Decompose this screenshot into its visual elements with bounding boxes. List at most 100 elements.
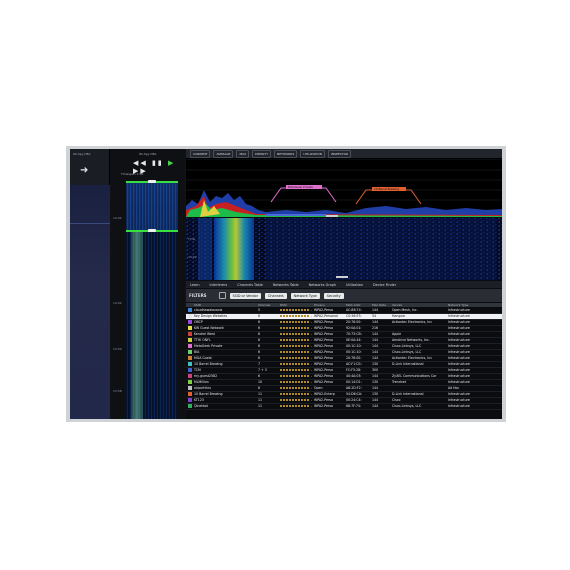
rssi-value: -57 (311, 308, 312, 312)
arrow-icon[interactable]: ➜ (80, 165, 88, 176)
view-toolbar: CURRENT AVERAGE MAX DENSITY NETWORKS UTI… (186, 149, 502, 159)
range-handle-bottom[interactable] (148, 229, 156, 232)
network-color-swatch (188, 332, 192, 336)
mini-spectrum (126, 181, 178, 231)
rssi-value: -68 (311, 362, 312, 366)
rssi-value: -72 (311, 380, 312, 384)
tab-networks-table[interactable]: Networks Table (273, 283, 299, 287)
tab-learn[interactable]: Learn (190, 283, 199, 287)
rssi-value: -75 (311, 392, 312, 396)
filters-bar: FILTERS SSID or Vendor Channels Network … (186, 289, 502, 302)
rssi-value: -80 (311, 404, 312, 408)
graph-scroll-handle[interactable] (326, 215, 338, 217)
channels-dropdown[interactable]: Channels (264, 292, 287, 299)
tab-networks-graph[interactable]: Networks Graph (309, 283, 336, 287)
security-dropdown[interactable]: Security (323, 292, 344, 299)
network-color-swatch (188, 314, 192, 318)
inspector-toggle[interactable]: INSPECTOR (327, 149, 352, 158)
network-color-swatch (188, 320, 192, 324)
highlight-band (131, 231, 143, 419)
waterfall-scroll-handle[interactable] (336, 276, 348, 278)
privacy-cell: WPA2-Perso (312, 403, 344, 410)
rssi-cell: -80 (278, 403, 312, 410)
divider (70, 223, 110, 224)
mac-cell: 68:7F:74: (344, 403, 370, 410)
main-area: CURRENT AVERAGE MAX DENSITY NETWORKS UTI… (186, 149, 502, 419)
rssi-history-bar (280, 363, 310, 365)
view-tabs: Learn Interferers Channels Table Network… (186, 281, 502, 288)
channel-label-metageek: MetaGeek Private (288, 185, 313, 189)
rssi-history-bar (280, 315, 310, 317)
rssi-history-bar (280, 327, 310, 329)
pause-button[interactable]: ▮▮ (152, 159, 164, 167)
network-color-swatch (188, 362, 192, 366)
tab-utilization[interactable]: Utilization (346, 283, 363, 287)
channel-label-barrel: 10 Barrel Brewing (374, 187, 399, 191)
network-color-swatch (188, 307, 192, 312)
rssi-value: -67 (311, 350, 312, 354)
table-row[interactable]: Qinetbot11 -80WPA2-Perso68:7F:74:144Cisco… (186, 403, 502, 410)
rssi-value: -58 (311, 320, 312, 324)
spectrum-graph: MetaGeek Private 10 Barrel Brewing (186, 160, 502, 217)
timespan: Timespan 1:00 (121, 172, 143, 176)
networks-toggle[interactable]: NETWORKS (274, 149, 298, 158)
max-rate-cell: 144 (370, 403, 390, 410)
network-color-swatch (188, 374, 192, 378)
network-color-swatch (188, 356, 192, 360)
spectrum-waterfall: Time 14:02 (186, 218, 502, 280)
network-color-swatch (188, 386, 192, 390)
networks-table: SSID Channel RSSI Privacy MAC Addr Max R… (186, 303, 502, 410)
waterfall-axis-label: Time (187, 237, 195, 241)
rssi-history-bar (280, 399, 310, 401)
network-color-swatch (188, 368, 192, 372)
timespan-label: Timespan (121, 172, 136, 176)
tab-channels-table[interactable]: Channels Table (237, 283, 263, 287)
network-type-cell: Infrastructure (446, 403, 502, 410)
vendor-cell: Cisco-Linksys, LLC (390, 403, 446, 410)
average-toggle[interactable]: AVERAGE (213, 149, 234, 158)
filter-toggle-icon[interactable] (218, 292, 226, 299)
waterfall-time-value: 14:02 (188, 255, 197, 259)
rssi-history-bar (280, 339, 310, 341)
rssi-value: -68 (311, 356, 312, 360)
range-handle-top[interactable] (148, 180, 156, 183)
rssi-history-bar (280, 333, 310, 335)
play-button[interactable]: ▶ (168, 159, 175, 167)
timespan-value[interactable]: 1:00 (137, 172, 144, 176)
rewind-button[interactable]: ◀◀ (133, 159, 148, 167)
rssi-history-bar (280, 393, 310, 395)
rssi-history-bar (280, 381, 310, 383)
tab-interferers[interactable]: Interferers (209, 283, 227, 287)
network-color-swatch (188, 398, 192, 402)
utilization-toggle[interactable]: UTILIZATION (300, 149, 325, 158)
max-toggle[interactable]: MAX (236, 149, 250, 158)
time-label: 13:58 (113, 389, 122, 393)
network-type-dropdown[interactable]: Network Type (290, 292, 320, 299)
rssi-value: -78 (311, 398, 312, 402)
time-label: 14:02 (113, 301, 122, 305)
rssi-history-bar (280, 369, 310, 371)
ssid-cell: Qinetbot (192, 403, 256, 410)
rssi-history-bar (280, 308, 310, 311)
search-input[interactable]: SSID or Vendor (229, 292, 261, 299)
tab-device-finder[interactable]: Device Finder (373, 283, 396, 287)
rssi-value: -65 (311, 344, 312, 348)
network-color-swatch (188, 326, 192, 330)
device-spectrum-block (70, 185, 110, 419)
density-toggle[interactable]: DENSITY (252, 149, 272, 158)
rssi-value: -70 (311, 368, 312, 372)
current-toggle[interactable]: CURRENT (190, 149, 211, 158)
device-panel: Wi-Spy DBx ➜ (70, 149, 110, 419)
rssi-history-bar (280, 357, 310, 359)
channel-cell: 11 (256, 403, 278, 410)
rssi-value: -71 (311, 374, 312, 378)
network-color-swatch (188, 380, 192, 384)
network-color-swatch (188, 338, 192, 342)
waterfall-column-title: Wi-Spy DBx (139, 152, 157, 156)
time-label: 13:59 (113, 347, 122, 351)
network-color-swatch (188, 392, 192, 396)
rssi-value: -55 (311, 314, 312, 318)
rssi-value: -62 (311, 332, 312, 336)
rssi-history-bar (280, 351, 310, 353)
network-color-swatch (188, 350, 192, 354)
